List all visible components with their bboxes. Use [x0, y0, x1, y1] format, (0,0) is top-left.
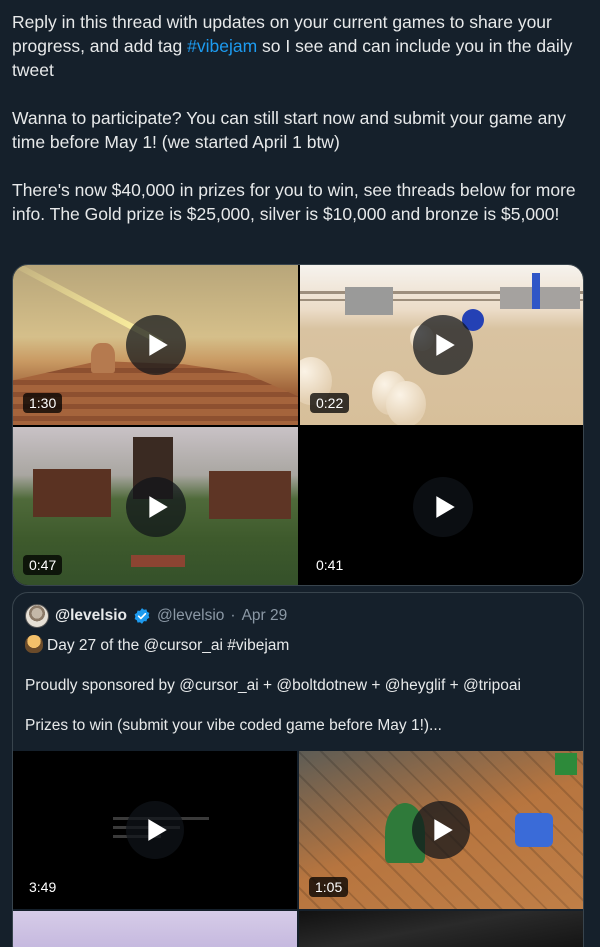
quote-text: Day 27 of the @cursor_ai #vibejam Proudl…	[25, 635, 573, 756]
play-icon	[148, 334, 168, 356]
play-icon	[435, 496, 455, 518]
quote-media-grid: 3:49 1:05	[13, 751, 583, 947]
media-grid: 1:30 0:22 0:47 0:41	[12, 264, 584, 586]
play-icon	[148, 496, 168, 518]
tweet-date[interactable]: Apr 29	[242, 607, 288, 625]
play-icon	[435, 334, 455, 356]
post-text: Reply in this thread with updates on you…	[12, 10, 590, 226]
play-button[interactable]	[412, 315, 473, 375]
quote-video-tile-4[interactable]	[299, 911, 583, 947]
video-tile-2[interactable]: 0:22	[300, 265, 583, 425]
post-paragraph-3: There's now $40,000 in prizes for you to…	[12, 180, 576, 224]
play-button[interactable]	[126, 801, 184, 859]
quote-video-tile-1[interactable]: 3:49	[13, 751, 297, 909]
play-button[interactable]	[412, 477, 473, 537]
video-duration: 0:41	[310, 555, 350, 575]
post-paragraph-2: Wanna to participate? You can still star…	[12, 108, 566, 152]
play-button[interactable]	[412, 801, 470, 859]
quote-line-1-text: Day 27 of the @cursor_ai #vibejam	[47, 637, 290, 654]
separator-dot: ·	[230, 607, 236, 624]
play-icon	[148, 819, 167, 841]
play-icon	[434, 819, 453, 841]
quote-line-1: Day 27 of the @cursor_ai #vibejam	[25, 635, 573, 656]
technologist-emoji-icon	[25, 635, 43, 653]
play-button[interactable]	[125, 477, 186, 537]
verified-badge-icon	[133, 607, 151, 625]
video-tile-3[interactable]: 0:47	[13, 427, 298, 585]
video-duration: 3:49	[23, 877, 63, 897]
video-duration: 1:30	[23, 393, 63, 413]
quote-line-3: Prizes to win (submit your vibe coded ga…	[25, 717, 442, 734]
avatar[interactable]	[25, 604, 49, 628]
play-button[interactable]	[125, 315, 186, 375]
hashtag-vibejam-link[interactable]: #vibejam	[187, 36, 257, 56]
author-display-name[interactable]: @levelsio	[55, 607, 127, 625]
author-handle[interactable]: @levelsio	[157, 607, 224, 625]
quote-video-tile-3[interactable]	[13, 911, 297, 947]
video-duration: 0:47	[23, 555, 63, 575]
quoted-tweet[interactable]: @levelsio @levelsio · Apr 29 Day 27 of t…	[12, 592, 584, 947]
quote-video-tile-2[interactable]: 1:05	[299, 751, 583, 909]
video-duration: 1:05	[309, 877, 349, 897]
post-paragraph-1: Reply in this thread with updates on you…	[12, 10, 590, 82]
quote-header: @levelsio @levelsio · Apr 29	[25, 604, 287, 628]
quote-line-2: Proudly sponsored by @cursor_ai + @boltd…	[25, 677, 521, 694]
video-duration: 0:22	[310, 393, 350, 413]
video-tile-1[interactable]: 1:30	[13, 265, 298, 425]
video-tile-4[interactable]: 0:41	[300, 427, 583, 585]
